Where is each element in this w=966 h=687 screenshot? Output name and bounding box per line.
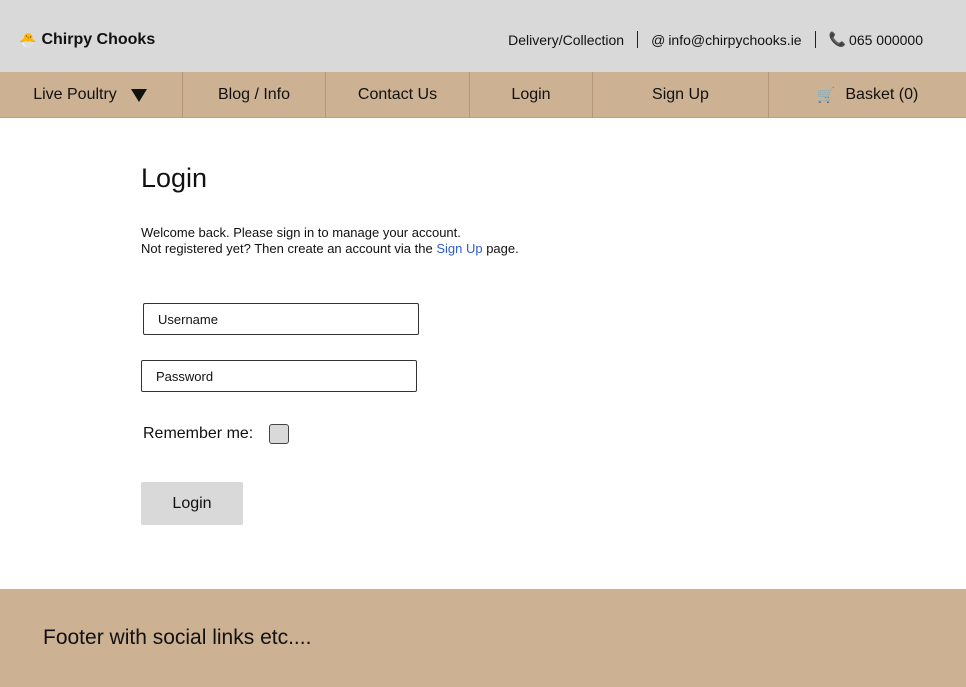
caret-down-icon[interactable] [130, 88, 147, 102]
brand[interactable]: 🐣 Chirpy Chooks [19, 31, 155, 49]
cart-icon: 🛒 [816, 87, 836, 104]
nav-live-poultry[interactable]: Live Poultry [0, 72, 183, 118]
divider [814, 31, 816, 48]
remember-me-label: Remember me: [143, 425, 254, 442]
nav-contact[interactable]: Contact Us [326, 72, 470, 118]
page-title: Login [141, 163, 208, 193]
nav-basket-label: Basket (0) [845, 86, 919, 103]
nav-basket[interactable]: 🛒 Basket (0) [769, 72, 966, 118]
delivery-link[interactable]: Delivery/Collection [508, 32, 624, 48]
intro-text: Welcome back. Please sign in to manage y… [141, 225, 519, 257]
top-bar: 🐣 Chirpy Chooks Delivery/Collection @ in… [0, 0, 966, 72]
nav-login[interactable]: Login [470, 72, 593, 118]
not-registered-post: page. [482, 241, 519, 256]
footer-text: Footer with social links etc.... [43, 626, 312, 649]
nav-signup-label: Sign Up [652, 86, 709, 103]
footer: Footer with social links etc.... [0, 589, 966, 687]
nav-signup[interactable]: Sign Up [593, 72, 769, 118]
nav-blog[interactable]: Blog / Info [183, 72, 326, 118]
remember-me: Remember me: [143, 424, 290, 444]
not-registered-pre: Not registered yet? Then create an accou… [141, 241, 437, 256]
email-icon: @ [651, 31, 666, 48]
remember-me-checkbox[interactable] [269, 424, 290, 444]
welcome-text: Welcome back. Please sign in to manage y… [141, 225, 461, 240]
main-nav: Live Poultry Blog / Info Contact Us Logi… [0, 72, 966, 118]
email-link[interactable]: info@chirpychooks.ie [668, 32, 801, 48]
nav-contact-label: Contact Us [357, 86, 438, 103]
nav-login-label: Login [511, 86, 551, 103]
nav-live-poultry-label: Live Poultry [33, 86, 117, 103]
nav-blog-label: Blog / Info [217, 86, 291, 103]
password-input[interactable] [141, 360, 417, 392]
signup-link[interactable]: Sign Up [436, 241, 482, 256]
contact-info: Delivery/Collection @ info@chirpychooks.… [508, 31, 923, 48]
phone-number[interactable]: 065 000000 [849, 32, 923, 48]
phone-icon: 📞 [828, 31, 847, 47]
brand-name: Chirpy Chooks [41, 31, 156, 48]
chick-icon: 🐣 [19, 32, 37, 48]
not-registered-text: Not registered yet? Then create an accou… [141, 241, 519, 257]
username-input[interactable] [143, 303, 419, 335]
login-button[interactable]: Login [141, 482, 243, 525]
divider [637, 31, 639, 48]
